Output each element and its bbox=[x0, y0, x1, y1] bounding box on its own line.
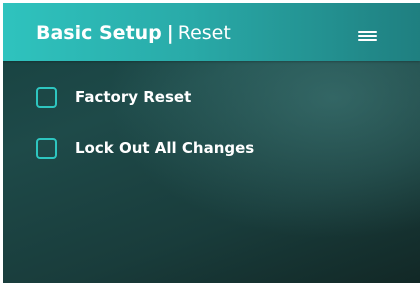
lock-out-all-changes-checkbox[interactable] bbox=[36, 138, 57, 159]
title-separator: | bbox=[166, 22, 174, 44]
menu-button[interactable] bbox=[352, 25, 382, 45]
header-bar: Basic Setup | Reset bbox=[3, 3, 420, 61]
section-title: Basic Setup bbox=[36, 22, 162, 44]
factory-reset-checkbox[interactable] bbox=[36, 87, 57, 108]
lock-out-all-changes-label: Lock Out All Changes bbox=[75, 139, 255, 157]
page-title: Basic Setup | Reset bbox=[36, 21, 231, 45]
subsection-title: Reset bbox=[177, 22, 231, 44]
settings-panel: Basic Setup | Reset Factory Reset Lock Out… bbox=[3, 3, 420, 283]
factory-reset-label: Factory Reset bbox=[75, 88, 192, 106]
